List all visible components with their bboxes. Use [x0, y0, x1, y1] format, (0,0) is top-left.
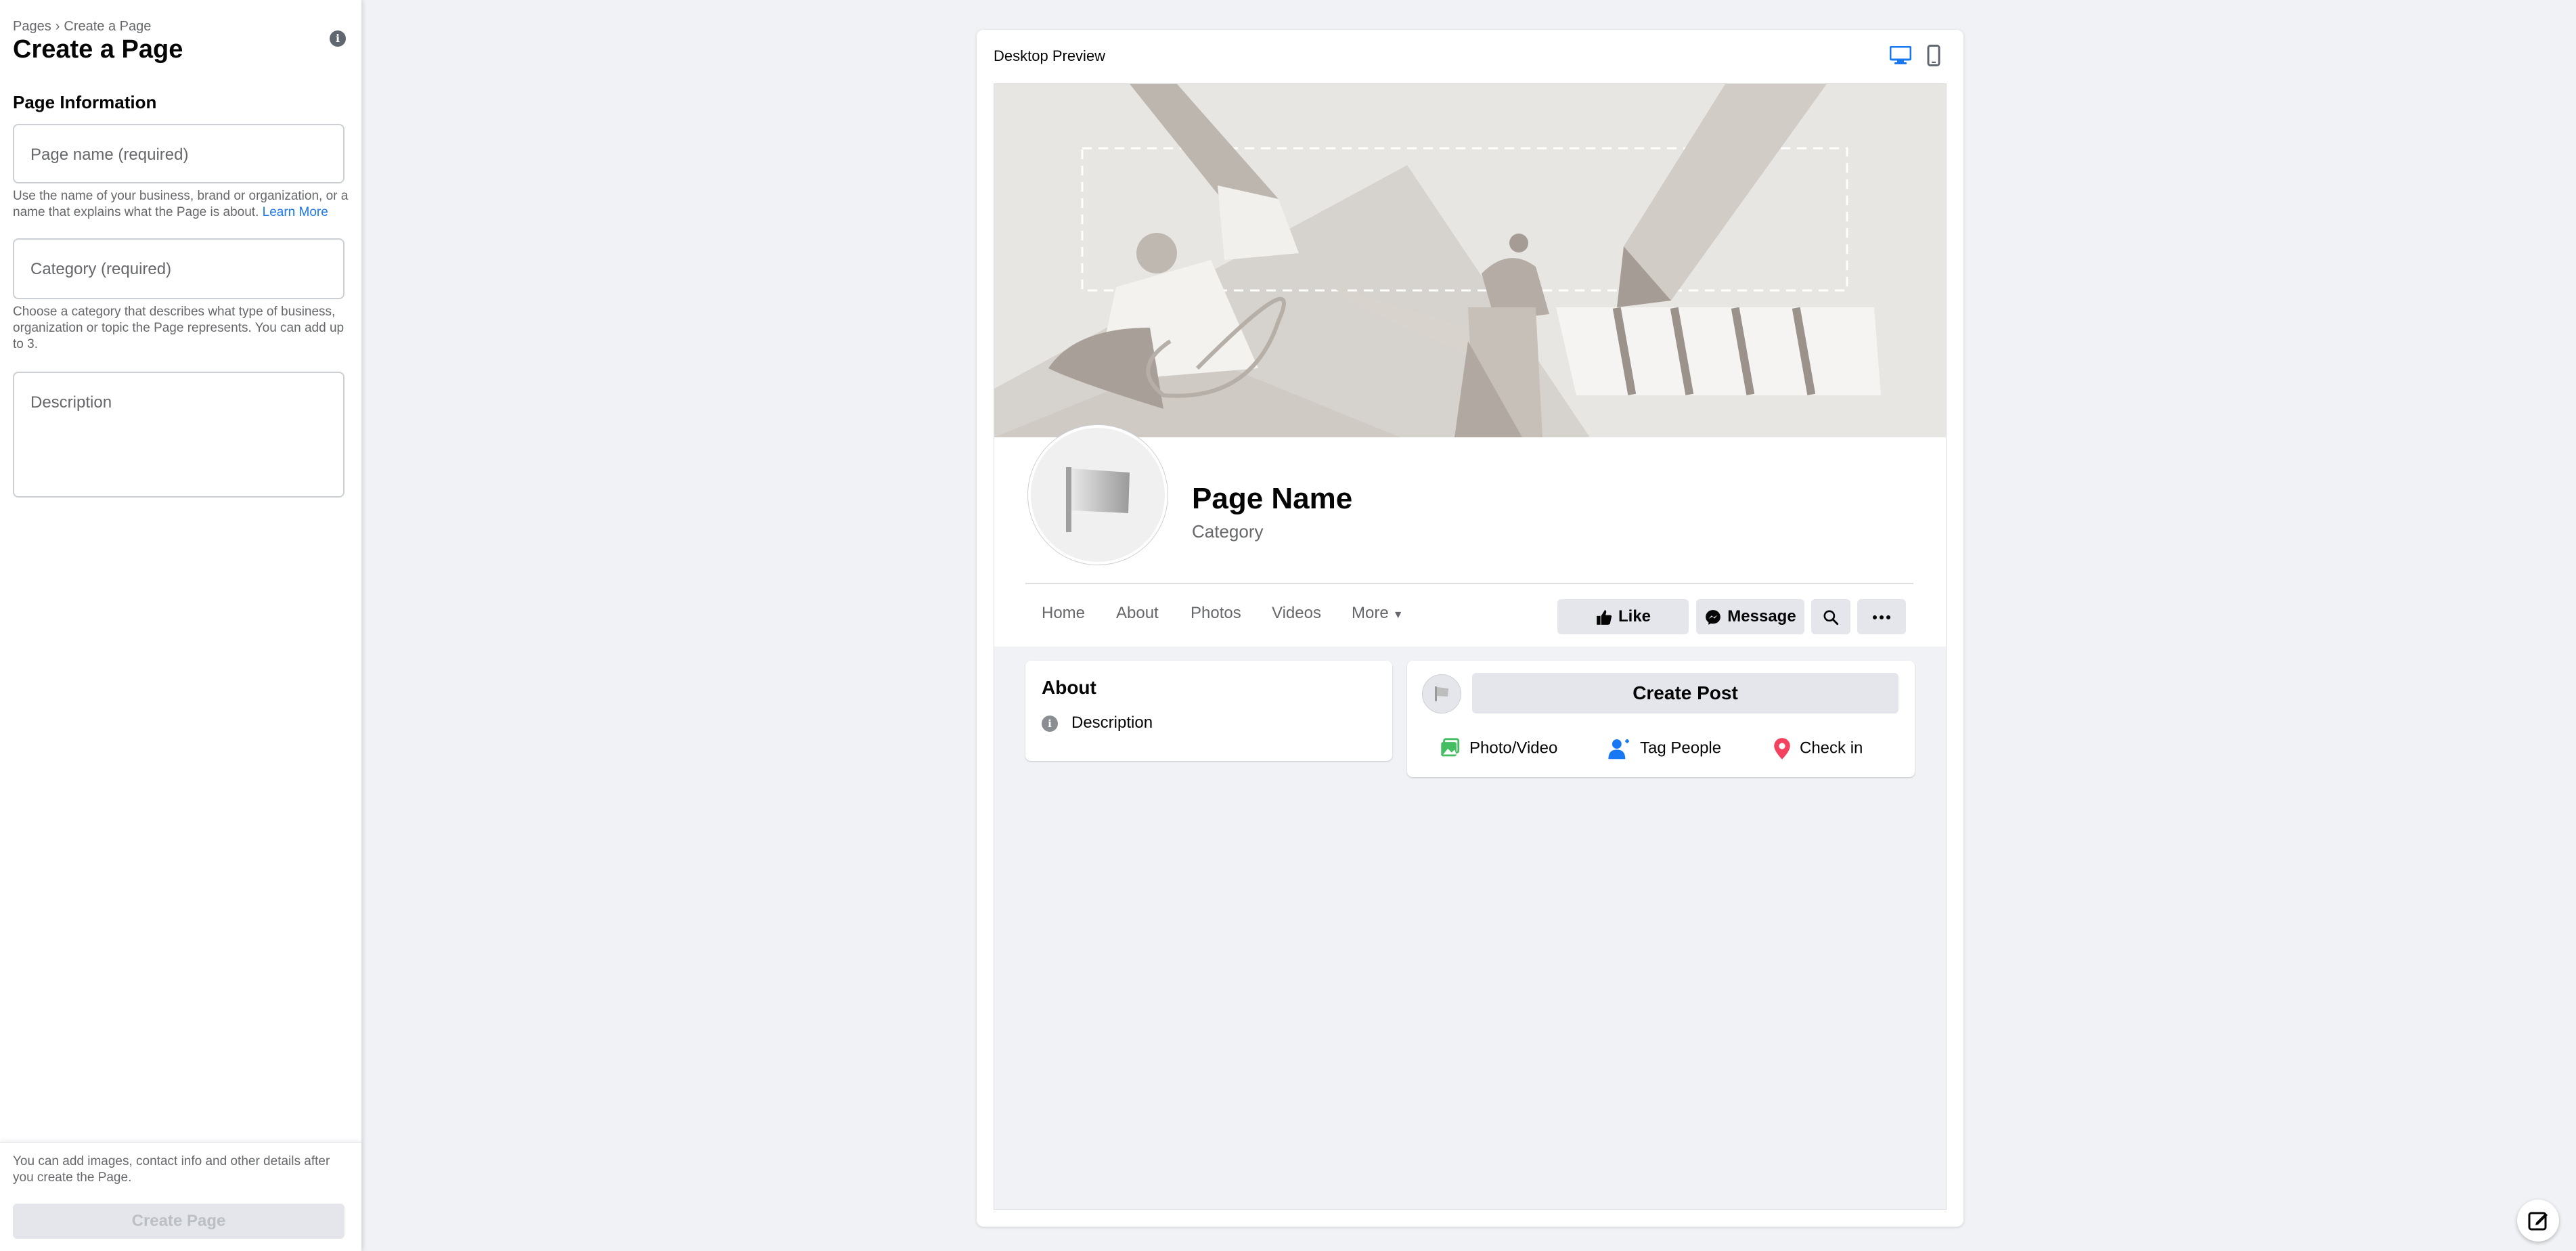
page-name-input[interactable]: Page name (required): [13, 124, 345, 183]
tab-more-label: More: [1352, 604, 1389, 622]
preview-panel: Desktop Preview Page Name Category Home …: [977, 30, 1963, 1227]
tab-videos[interactable]: Videos: [1272, 604, 1321, 623]
create-page-sidebar: Pages › Create a Page Create a Page i Page…: [0, 0, 362, 1251]
flag-icon: [1066, 467, 1130, 532]
category-placeholder: Category (required): [30, 260, 172, 278]
learn-more-link[interactable]: Learn More: [263, 205, 328, 219]
flag-icon: [1435, 686, 1448, 701]
info-icon: i: [1042, 715, 1058, 732]
more-options-button[interactable]: [1857, 599, 1906, 634]
breadcrumb-separator: ›: [55, 19, 60, 34]
check-in-label: Check in: [1800, 739, 1863, 758]
tabs-divider: [1025, 583, 1913, 584]
category-help: Choose a category that describes what ty…: [13, 305, 345, 351]
tab-more[interactable]: More ▼: [1352, 604, 1404, 623]
tab-photos[interactable]: Photos: [1191, 604, 1241, 623]
breadcrumb: Pages › Create a Page: [13, 19, 151, 35]
about-heading: About: [1042, 677, 1096, 698]
create-post-card: Create Post Photo/Video Tag People Check…: [1407, 661, 1915, 777]
page-name-placeholder: Page name (required): [30, 146, 189, 164]
search-icon: [1823, 610, 1839, 625]
footer-note: You can add images, contact info and oth…: [13, 1154, 330, 1185]
tab-about[interactable]: About: [1116, 604, 1159, 623]
location-pin-icon: [1774, 738, 1790, 760]
page-preview-frame: Page Name Category Home About Photos Vid…: [994, 83, 1947, 1210]
check-in-action[interactable]: Check in: [1773, 737, 1863, 760]
preview-title: Desktop Preview: [994, 47, 1106, 64]
message-button[interactable]: Message: [1696, 599, 1804, 634]
profile-picture: [1028, 425, 1168, 565]
description-textarea[interactable]: Description: [13, 372, 345, 498]
tag-people-action[interactable]: Tag People: [1607, 737, 1721, 760]
photo-icon: [1441, 738, 1460, 757]
tab-home[interactable]: Home: [1042, 604, 1085, 623]
profile-header: Page Name Category Home About Photos Vid…: [994, 425, 1946, 646]
like-label: Like: [1618, 607, 1651, 626]
section-title: Page Information: [13, 92, 157, 112]
compose-icon: [2528, 1212, 2548, 1231]
cover-illustration: [994, 84, 1946, 437]
photo-video-action[interactable]: Photo/Video: [1438, 737, 1557, 760]
about-card: About i Description: [1025, 661, 1392, 761]
info-icon[interactable]: i: [330, 30, 346, 47]
mobile-icon[interactable]: [1927, 45, 1940, 66]
breadcrumb-current: Create a Page: [64, 19, 152, 34]
description-placeholder: Description: [30, 393, 112, 412]
message-label: Message: [1727, 607, 1796, 626]
ellipsis-icon: [1873, 615, 1890, 619]
create-page-button[interactable]: Create Page: [13, 1204, 345, 1239]
page-title: Create a Page: [13, 35, 183, 64]
thumbs-up-icon: [1597, 609, 1612, 625]
preview-page-name: Page Name: [1192, 482, 1353, 515]
preview-category: Category: [1192, 521, 1264, 542]
caret-down-icon: ▼: [1392, 609, 1404, 621]
page-name-help: Use the name of your business, brand or …: [13, 188, 351, 221]
about-description-row: i Description: [1042, 714, 1153, 732]
compose-button[interactable]: [2517, 1200, 2559, 1242]
create-post-button[interactable]: Create Post: [1472, 673, 1898, 714]
about-description: Description: [1071, 714, 1153, 732]
messenger-icon: [1706, 609, 1721, 625]
desktop-icon[interactable]: [1890, 46, 1911, 65]
like-button[interactable]: Like: [1557, 599, 1689, 634]
photo-video-label: Photo/Video: [1469, 739, 1558, 758]
search-button[interactable]: [1811, 599, 1850, 634]
category-input[interactable]: Category (required): [13, 238, 345, 299]
sidebar-footer: You can add images, contact info and oth…: [0, 1142, 361, 1251]
breadcrumb-pages-link[interactable]: Pages: [13, 19, 51, 34]
mini-avatar: [1422, 674, 1461, 714]
tag-people-label: Tag People: [1640, 739, 1722, 758]
tag-people-icon: [1608, 739, 1629, 760]
